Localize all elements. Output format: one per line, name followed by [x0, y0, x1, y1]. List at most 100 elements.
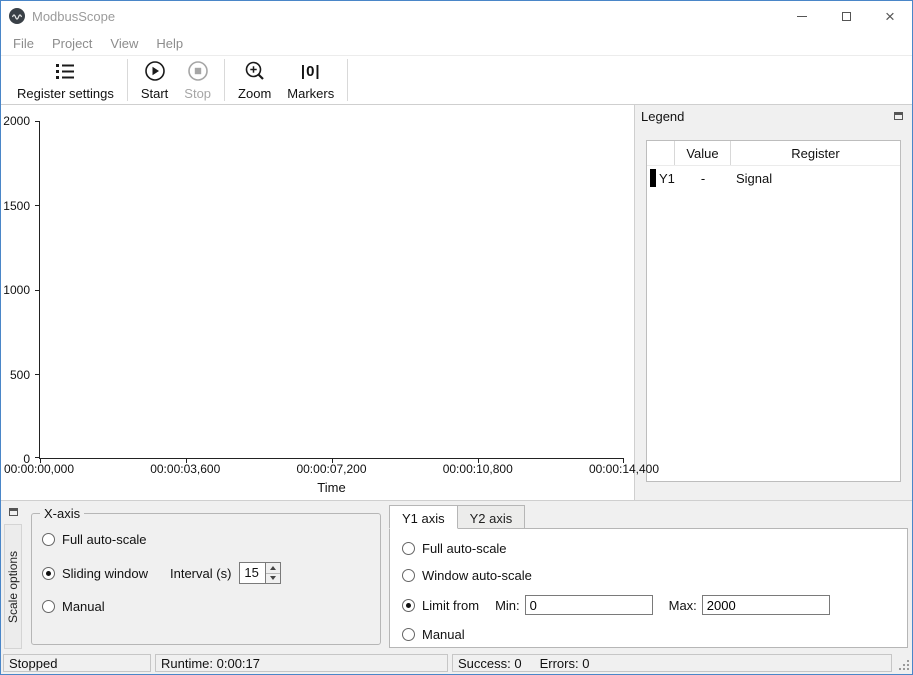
legend-col-register: Register [731, 141, 900, 165]
y-tick-label: 500 [10, 368, 30, 382]
close-icon: × [885, 8, 895, 25]
x-axis-labels: 00:00:00,000 00:00:03,600 00:00:07,200 0… [39, 462, 624, 476]
arrow-down-icon [270, 576, 276, 580]
radio-unchecked-icon[interactable] [402, 569, 415, 582]
x-tick-label: 00:00:07,200 [296, 462, 366, 476]
maximize-button[interactable] [824, 1, 868, 31]
x-manual-label: Manual [62, 599, 105, 614]
start-label: Start [141, 86, 168, 101]
x-manual-option[interactable]: Manual [42, 599, 380, 614]
legend-row[interactable]: Y1 - Signal [647, 166, 900, 190]
scale-options-title: Scale options [4, 524, 22, 649]
radio-unchecked-icon[interactable] [402, 542, 415, 555]
status-counters: Success: 0 Errors: 0 [452, 654, 892, 672]
resize-grip-icon[interactable] [899, 660, 910, 671]
register-settings-label: Register settings [17, 86, 114, 101]
window-title: ModbusScope [32, 9, 115, 24]
stop-icon [187, 60, 209, 83]
float-window-icon [894, 112, 903, 120]
y-axis-labels: 2000 1500 1000 500 0 [1, 121, 34, 459]
status-errors: Errors: 0 [540, 656, 590, 671]
y-tick-label: 1500 [3, 199, 30, 213]
start-icon [144, 60, 166, 83]
legend-row-value: - [675, 171, 731, 186]
spin-down-button[interactable] [266, 574, 280, 584]
radio-checked-icon[interactable] [402, 599, 415, 612]
y1-window-autoscale-option[interactable]: Window auto-scale [402, 568, 907, 583]
legend-table: Value Register Y1 - Signal [646, 140, 901, 482]
legend-col-color [647, 141, 675, 165]
toolbar-separator [347, 59, 348, 101]
x-full-autoscale-label: Full auto-scale [62, 532, 147, 547]
y-tick-label: 1000 [3, 283, 30, 297]
arrow-up-icon [270, 566, 276, 570]
interval-spin-buttons [265, 563, 280, 583]
interval-label: Interval (s) [170, 566, 231, 581]
menu-help[interactable]: Help [147, 33, 192, 54]
min-input[interactable] [525, 595, 653, 615]
x-tick-label: 00:00:14,400 [589, 462, 659, 476]
radio-unchecked-icon[interactable] [42, 600, 55, 613]
series-color-swatch [650, 169, 656, 187]
zoom-button[interactable]: Zoom [230, 58, 279, 103]
x-tick-label: 00:00:03,600 [150, 462, 220, 476]
y-tick-label: 2000 [3, 114, 30, 128]
y-tick [35, 457, 39, 458]
y1-full-autoscale-option[interactable]: Full auto-scale [402, 541, 907, 556]
start-button[interactable]: Start [133, 58, 176, 103]
y-tick [35, 121, 39, 122]
scale-options-titlebar: Scale options [1, 501, 25, 653]
x-sliding-window-label: Sliding window [62, 566, 148, 581]
markers-icon: |0| [301, 60, 321, 83]
interval-spinbox[interactable]: 15 [239, 562, 281, 584]
spin-up-button[interactable] [266, 563, 280, 574]
stop-label: Stop [184, 86, 211, 101]
modbusscope-window: ModbusScope × File Project View Help Reg… [0, 0, 913, 675]
x-axis-group-label: X-axis [40, 506, 84, 521]
x-full-autoscale-option[interactable]: Full auto-scale [42, 532, 380, 547]
min-label: Min: [495, 598, 520, 613]
markers-label: Markers [287, 86, 334, 101]
minimize-icon [797, 16, 807, 17]
toolbar-separator [224, 59, 225, 101]
x-axis-title: Time [39, 480, 624, 495]
toolbar: Register settings Start Stop [1, 55, 912, 105]
menu-view[interactable]: View [101, 33, 147, 54]
y-tick [35, 290, 39, 291]
menu-project[interactable]: Project [43, 33, 101, 54]
tab-y2-axis[interactable]: Y2 axis [458, 505, 526, 528]
tab-y1-axis[interactable]: Y1 axis [389, 505, 458, 529]
y1-limit-from-option[interactable]: Limit from Min: Max: [402, 595, 907, 615]
radio-unchecked-icon[interactable] [42, 533, 55, 546]
markers-button[interactable]: |0| Markers [279, 58, 342, 103]
maximize-icon [842, 12, 851, 21]
minimize-button[interactable] [780, 1, 824, 31]
radio-unchecked-icon[interactable] [402, 628, 415, 641]
legend-table-header: Value Register [647, 141, 900, 166]
plot-area[interactable] [39, 121, 624, 459]
close-button[interactable]: × [868, 1, 912, 31]
x-tick-label: 00:00:10,800 [443, 462, 513, 476]
status-state: Stopped [3, 654, 151, 672]
x-sliding-window-option[interactable]: Sliding window Interval (s) 15 [42, 562, 380, 584]
menu-file[interactable]: File [4, 33, 43, 54]
menubar: File Project View Help [1, 31, 912, 55]
y1-manual-option[interactable]: Manual [402, 627, 907, 642]
legend-row-register: Signal [731, 171, 900, 186]
chart-region[interactable]: 2000 1500 1000 500 0 00:00:00,000 00:00:… [1, 105, 634, 500]
x-axis-groupbox: X-axis Full auto-scale Sliding window In… [31, 513, 381, 645]
legend-float-button[interactable] [890, 108, 906, 124]
x-tick-label: 00:00:00,000 [4, 462, 74, 476]
interval-value[interactable]: 15 [240, 563, 265, 583]
max-input[interactable] [702, 595, 830, 615]
float-window-icon [9, 508, 18, 516]
register-settings-button[interactable]: Register settings [9, 58, 122, 103]
y-tick [35, 205, 39, 206]
radio-checked-icon[interactable] [42, 567, 55, 580]
toolbar-separator [127, 59, 128, 101]
scale-options-float-button[interactable] [5, 504, 21, 520]
legend-dock-header: Legend [635, 105, 912, 127]
status-runtime: Runtime: 0:00:17 [155, 654, 448, 672]
y1-limit-from-label: Limit from [422, 598, 479, 613]
y1-manual-label: Manual [422, 627, 465, 642]
